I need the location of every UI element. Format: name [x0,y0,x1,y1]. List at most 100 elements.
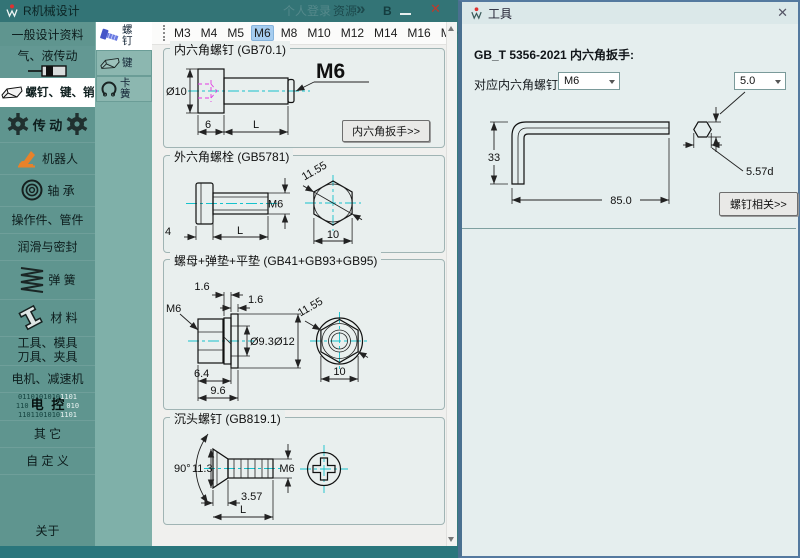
close-icon[interactable]: ✕ [430,1,441,17]
dim-label: L [240,504,246,516]
sidebar-item-tools-molds[interactable]: 工具、模具 刀具、夹具 [0,336,95,366]
sidebar-item-label: 操作件、管件 [11,213,84,227]
ibeam-icon [18,304,44,330]
resources-link[interactable]: 资源 [333,0,357,22]
sidebar-item-label: 电机、减速机 [11,372,84,386]
sidebar-item-robot[interactable]: 机器人 [0,142,95,175]
key-icon [0,86,23,99]
thread-label: M6 [316,60,345,83]
tab-m16[interactable]: M16 [404,25,433,41]
sidebar-item-label: 弹 簧 [48,273,76,287]
sidebar-item-bearing[interactable]: 轴 承 [0,174,95,207]
screw-select-label: 对应内六角螺钉: [474,78,562,92]
hex-bolt-drawing: M6 4 L 11.55 10 [165,160,363,245]
dim-label: 5.57d [746,166,774,178]
dim-label: 33 [488,152,500,164]
panel-divider [462,228,796,229]
tab-screw[interactable]: 螺钉 [96,22,152,50]
dim-label: Ø10 [166,86,187,98]
key-icon [100,57,120,69]
chevrons-icon[interactable]: » [356,0,365,19]
sidebar-item-material[interactable]: 材 料 [0,299,95,337]
nut-washers-drawing: 1.6 1.6 M6 Ø9.3 Ø12 6.4 9.6 11.55 10 [166,281,370,402]
section-hex-bolt: 外六角螺栓 (GB5781) M6 4 L 11.55 10 [163,148,445,253]
app-logo-icon [6,4,18,18]
sidebar-item-label: 气、液传动 [17,49,78,63]
sidebar: 一般设计资料 气、液传动 螺钉、键、销 传 动 机器人 轴 承 操作件、管件 润… [0,22,95,546]
sidebar-item-fasteners[interactable]: 螺钉、键、销 [0,78,95,107]
title-bar: R机械设计 个人登录 资源 » B ✕ [0,0,458,22]
tab-label: 卡簧 [120,77,131,100]
sidebar-item-spring[interactable]: 弹 簧 [0,260,95,300]
drag-grip-icon[interactable] [163,25,165,41]
sidebar-item-label: 一般设计资料 [11,27,84,42]
login-link[interactable]: 个人登录 [283,0,331,22]
window-title: R机械设计 [23,4,80,18]
dim-label: 1.6 [194,281,209,293]
dim-label: L [253,119,259,131]
robot-icon [17,151,35,168]
dim-label: L [237,225,243,237]
vertical-scrollbar[interactable] [446,22,457,546]
sidebar-item-controls-pipes[interactable]: 操作件、管件 [0,206,95,234]
tab-m10[interactable]: M10 [304,25,333,41]
dim-label: 6.4 [194,368,209,380]
wrench-size-select[interactable]: 5.0 [734,72,786,90]
tab-m4[interactable]: M4 [198,25,221,41]
dim-label: 11.3 [192,463,213,475]
sidebar-item-about[interactable]: 关于 [0,515,95,546]
dim-label: Ø12 [274,336,295,348]
scroll-up-icon[interactable] [447,26,454,31]
cylinder-icon [27,65,67,77]
tab-m12[interactable]: M12 [338,25,367,41]
screw-related-button[interactable]: 螺钉相关>> [719,192,798,216]
sidebar-item-other[interactable]: 其 它 [0,420,95,448]
gear-icon [66,113,88,135]
section-nut-washers: 螺母+弹垫+平垫 (GB41+GB93+GB95) 1.6 1.6 M6 Ø9.… [163,252,445,410]
tool-window-title-bar: 工具 ✕ [462,2,798,24]
b-button[interactable]: B [383,0,392,22]
sidebar-item-label: 润滑与密封 [17,240,78,254]
dim-label: 6 [205,119,211,131]
binary-line: 11011010101101 [17,411,77,419]
sidebar-item-label: 传 动 [32,117,63,133]
sidebar-item-lubrication[interactable]: 润滑与密封 [0,233,95,261]
dim-label: 85.0 [610,195,631,207]
scroll-down-icon[interactable] [447,537,454,542]
sidebar-item-label: 刀具、夹具 [17,350,78,364]
tab-m6[interactable]: M6 [251,25,274,41]
sidebar-item-pneumatic[interactable]: 气、液传动 [0,46,95,79]
tab-key[interactable]: 键 [96,50,152,76]
dim-label: 90° [174,463,191,475]
dim-label: 4 [165,226,171,238]
sidebar-item-econtrol[interactable]: 01101010101101 110 电 控 010 11011010101101 [0,392,95,421]
close-icon[interactable]: ✕ [777,5,788,21]
dim-label: 1.6 [248,294,263,306]
chevron-down-icon [775,80,781,84]
tab-m5[interactable]: M5 [224,25,247,41]
tab-m14[interactable]: M14 [371,25,400,41]
tab-m8[interactable]: M8 [278,25,301,41]
minimize-icon[interactable] [400,13,411,15]
tab-m3[interactable]: M3 [171,25,194,41]
tab-circlip[interactable]: 卡簧 [96,76,152,102]
section-socket-screw: 内六角螺钉 (GB70.1) Ø10 6 L M6 内六角扳手>> [163,41,445,148]
sidebar-item-general[interactable]: 一般设计资料 [0,22,95,47]
section-csk-screw: 沉头螺钉 (GB819.1) 90° 11.3 3.57 L M6 [163,410,445,525]
sidebar-item-motor[interactable]: 电机、减速机 [0,365,95,393]
thread-label: M6 [279,463,294,475]
sidebar-item-transmission[interactable]: 传 动 [0,106,95,143]
sidebar-item-label: 材 料 [50,311,78,325]
sidebar-item-label: 关于 [35,524,60,538]
sidebar-item-label: 机器人 [41,151,78,166]
dim-label: 11.55 [300,160,329,184]
tool-window: 工具 ✕ GB_T 5356-2021 内六角扳手: 对应内六角螺钉: M6 5… [458,0,800,558]
hex-wrench-button[interactable]: 内六角扳手>> [342,120,430,142]
sidebar-item-label: 轴 承 [47,183,75,198]
dim-label: 10 [333,366,345,378]
tab-label: 螺钉 [122,24,133,47]
sidebar-item-custom[interactable]: 自 定 义 [0,447,95,475]
screw-size-select[interactable]: M6 [558,72,620,90]
thread-label: M6 [166,303,181,315]
dim-label: Ø9.3 [250,336,274,348]
